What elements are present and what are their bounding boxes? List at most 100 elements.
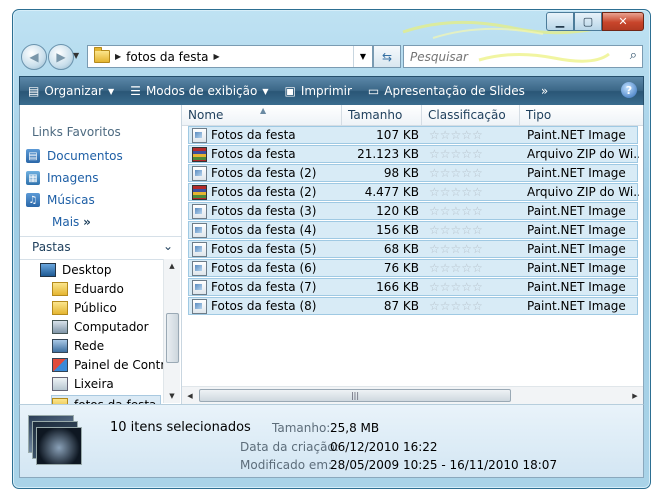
breadcrumb-chevron-icon[interactable]: ▶ (214, 52, 220, 61)
more-links[interactable]: Mais » (52, 215, 91, 229)
maximize-button[interactable]: ▢ (574, 12, 602, 31)
more-commands-label: » (540, 84, 549, 98)
forward-button[interactable]: ▶ (48, 44, 74, 70)
tree-label: Painel de Contro (74, 358, 173, 372)
scroll-thumb[interactable] (166, 313, 179, 363)
views-icon: ☰ (130, 84, 141, 98)
tree-item-painel[interactable]: Painel de Contro (52, 358, 172, 372)
file-name: Fotos da festa (4) (211, 223, 317, 237)
tree-item-rede[interactable]: Rede (52, 339, 104, 353)
selection-count: 10 itens selecionados (110, 420, 251, 435)
file-name: Fotos da festa (2) (211, 166, 317, 180)
file-name-cell: Fotos da festa (189, 127, 343, 144)
image-file-icon (192, 242, 207, 257)
print-label: Imprimir (300, 84, 352, 98)
file-row[interactable]: Fotos da festa (6) 76 KB ☆☆☆☆☆ Paint.NET Im… (188, 259, 638, 277)
rating-stars[interactable]: ☆☆☆☆☆ (429, 203, 523, 220)
size-label: Tamanho: (272, 421, 331, 435)
column-name[interactable]: Nome ▲ (182, 105, 342, 125)
file-name-cell: Fotos da festa (5) (189, 241, 343, 258)
print-button[interactable]: ▣ Imprimir (276, 77, 359, 105)
views-button[interactable]: ☰ Modos de exibição ▼ (122, 77, 276, 105)
file-row[interactable]: Fotos da festa (2) 4.477 KB ☆☆☆☆☆ Arquivo Z… (188, 183, 639, 201)
column-label: Tipo (526, 108, 552, 122)
tree-scrollbar[interactable]: ▲ ▼ (163, 259, 180, 403)
rating-stars[interactable]: ☆☆☆☆☆ (429, 146, 523, 163)
file-row[interactable]: Fotos da festa (3) 120 KB ☆☆☆☆☆ Paint.NET I… (188, 202, 638, 220)
search-input[interactable] (408, 48, 612, 65)
caption-buttons: ▁ ▢ ✕ (546, 12, 644, 31)
rating-stars[interactable]: ☆☆☆☆☆ (429, 127, 523, 144)
close-button[interactable]: ✕ (602, 12, 644, 31)
details-pane: 10 itens selecionados Tamanho: 25,8 MB D… (19, 404, 644, 478)
chevron-down-icon: ▼ (108, 86, 115, 96)
sort-ascending-icon: ▲ (260, 106, 267, 115)
rating-stars[interactable]: ☆☆☆☆☆ (429, 260, 523, 277)
breadcrumb-folder[interactable]: fotos da festa (126, 50, 208, 64)
file-row[interactable]: Fotos da festa (7) 166 KB ☆☆☆☆☆ Paint.NET I… (188, 278, 638, 296)
file-row[interactable]: Fotos da festa (2) 98 KB ☆☆☆☆☆ Paint.NET Im… (188, 164, 638, 182)
computer-icon (52, 320, 68, 334)
slideshow-label: Apresentação de Slides (384, 84, 525, 98)
search-box[interactable]: ⌕ (403, 45, 643, 68)
back-button[interactable]: ◀ (21, 44, 47, 70)
breadcrumb-chevron-icon[interactable]: ▶ (115, 52, 121, 61)
history-dropdown-icon[interactable]: ▼ (73, 51, 79, 60)
tree-item-eduardo[interactable]: Eduardo (52, 282, 124, 296)
tree-item-lixeira[interactable]: Lixeira (52, 377, 114, 391)
file-list-scrollbar[interactable]: ◀ ||| ▶ (182, 386, 643, 404)
address-dropdown-icon[interactable]: ▼ (353, 46, 372, 67)
address-bar[interactable]: ▶ fotos da festa ▶ ▼ (87, 45, 373, 68)
slideshow-button[interactable]: ▭ Apresentação de Slides (360, 77, 533, 105)
file-size: 21.123 KB (357, 147, 419, 161)
rating-stars[interactable]: ☆☆☆☆☆ (429, 241, 523, 258)
tree-item-publico[interactable]: Público (52, 301, 117, 315)
file-row[interactable]: Fotos da festa (5) 68 KB ☆☆☆☆☆ Paint.NET Im… (188, 240, 638, 258)
file-list: Nome ▲ Tamanho Classificação Tipo Fotos … (182, 105, 643, 404)
address-row: ◀ ▶ ▼ ▶ fotos da festa ▶ ▼ ⇆ ⌕ (13, 40, 650, 70)
column-label: Classificação (428, 108, 506, 122)
file-row[interactable]: Fotos da festa 107 KB ☆☆☆☆☆ Paint.NET Image (188, 126, 638, 144)
refresh-button[interactable]: ⇆ (373, 45, 401, 68)
minimize-button[interactable]: ▁ (546, 12, 574, 31)
music-icon: ♫ (26, 193, 40, 207)
rating-stars[interactable]: ☆☆☆☆☆ (429, 165, 523, 182)
file-size: 68 KB (383, 242, 419, 256)
scroll-up-icon[interactable]: ▲ (164, 259, 180, 273)
file-row[interactable]: Fotos da festa (4) 156 KB ☆☆☆☆☆ Paint.NET I… (188, 221, 638, 239)
more-commands-button[interactable]: » (533, 77, 556, 105)
favorite-music[interactable]: ♫ Músicas (26, 193, 95, 207)
file-row[interactable]: Fotos da festa 21.123 KB ☆☆☆☆☆ Arquivo ZIP … (188, 145, 639, 163)
file-name: Fotos da festa (2) (211, 185, 317, 199)
column-type[interactable]: Tipo (520, 105, 638, 125)
scroll-down-icon[interactable]: ▼ (164, 389, 180, 403)
scroll-left-icon[interactable]: ◀ (182, 387, 198, 404)
folders-header[interactable]: Pastas ⌄ (20, 236, 181, 260)
image-file-icon (192, 223, 207, 238)
column-label: Nome (188, 108, 224, 122)
rating-stars[interactable]: ☆☆☆☆☆ (429, 184, 523, 201)
column-size[interactable]: Tamanho (342, 105, 422, 125)
rating-stars[interactable]: ☆☆☆☆☆ (429, 279, 523, 296)
maximize-icon: ▢ (582, 15, 594, 28)
rating-stars[interactable]: ☆☆☆☆☆ (429, 298, 523, 315)
search-icon[interactable]: ⌕ (630, 48, 637, 63)
column-rating[interactable]: Classificação (422, 105, 520, 125)
favorite-documents[interactable]: ▤ Documentos (26, 149, 123, 163)
rating-stars[interactable]: ☆☆☆☆☆ (429, 222, 523, 239)
favorite-pictures[interactable]: ▦ Imagens (26, 171, 98, 185)
organize-button[interactable]: ▤ Organizar ▼ (20, 77, 122, 105)
scroll-right-icon[interactable]: ▶ (627, 387, 643, 404)
file-row[interactable]: Fotos da festa (8) 87 KB ☆☆☆☆☆ Paint.NET Im… (188, 297, 638, 315)
favorite-label: Imagens (47, 171, 99, 185)
file-type: Paint.NET Image (527, 299, 626, 313)
help-icon[interactable]: ? (621, 82, 637, 98)
created-value: 06/12/2010 16:22 (330, 440, 438, 454)
file-name: Fotos da festa (5) (211, 242, 317, 256)
file-type: Paint.NET Image (527, 128, 626, 142)
explorer-window: ▁ ▢ ✕ ◀ ▶ ▼ ▶ fotos da festa ▶ ▼ ⇆ ⌕ ▤ O… (12, 9, 651, 489)
tree-item-desktop[interactable]: Desktop (40, 263, 112, 277)
scroll-thumb[interactable]: ||| (199, 389, 511, 402)
tree-item-computador[interactable]: Computador (52, 320, 149, 334)
chevron-down-icon: ▼ (262, 86, 269, 96)
